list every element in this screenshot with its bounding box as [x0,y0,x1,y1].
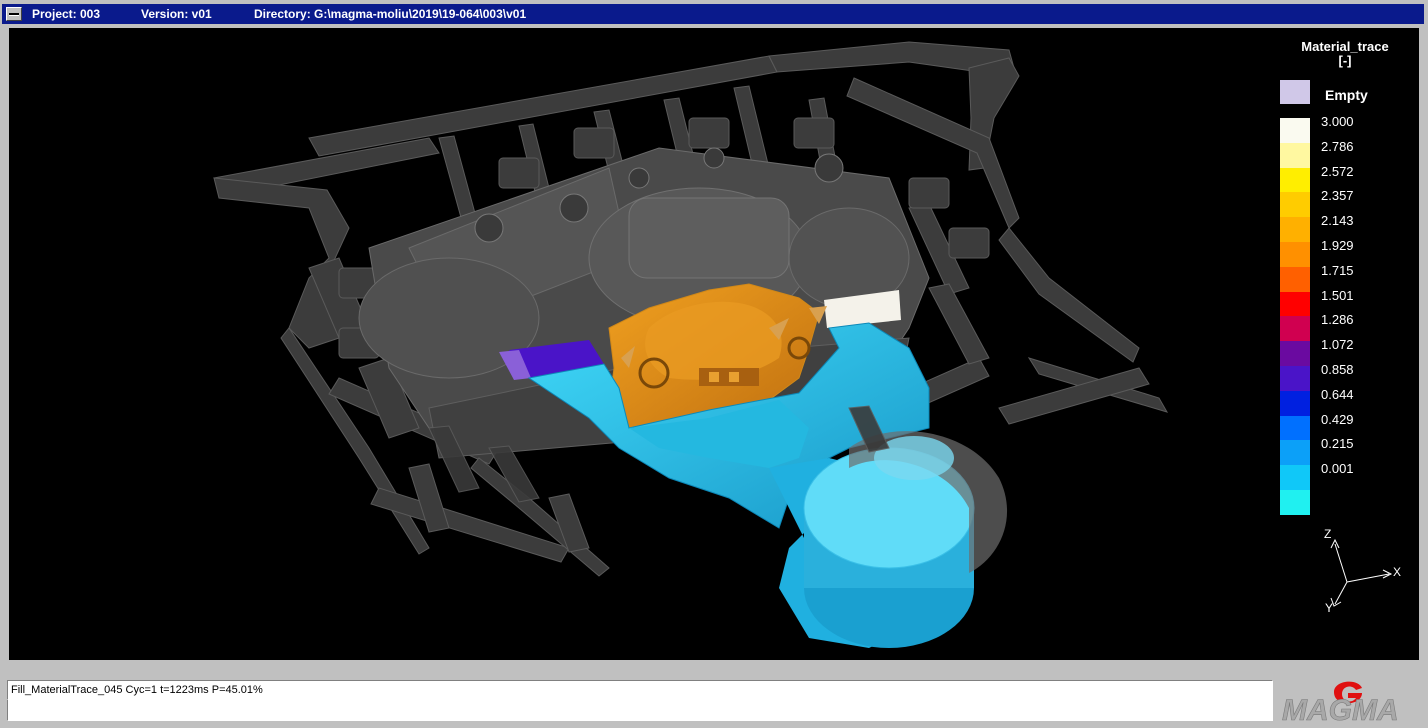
status-message: Fill_MaterialTrace_045 Cyc=1 t=1223ms P=… [7,680,1273,700]
axis-z-label: Z [1324,527,1332,541]
legend-swatch [1280,167,1310,193]
legend-label: 1.715 [1321,262,1354,278]
3d-viewport[interactable]: Material_trace [-] Empty 3.000 2.786 2.572… [9,28,1419,660]
axis-y-label: Y [1325,601,1334,615]
directory-label: Directory: G:\magma-moliu\2019\19-064\00… [254,7,527,21]
status-message-secondary [7,700,1273,721]
legend-label: 2.786 [1321,138,1354,154]
legend-label: 0.644 [1321,386,1354,402]
system-menu-button[interactable] [6,7,22,21]
legend-swatch [1280,291,1310,317]
legend-swatch [1280,415,1310,441]
legend-label: 2.143 [1321,213,1354,229]
legend-label: 0.858 [1321,362,1354,377]
logo-text: MAGMA [1282,694,1399,727]
legend-swatch [1280,316,1310,342]
legend-swatch [1280,465,1310,491]
legend-swatch [1280,390,1310,417]
legend-label-empty: Empty [1325,87,1368,103]
legend-units: [-] [1338,53,1352,68]
title-bar-caption: Project: 003 Version: v01 Directory: G:\… [2,4,1424,24]
legend-swatch [1280,118,1310,144]
legend-swatch [1280,217,1310,243]
legend-swatch [1280,242,1310,268]
status-bar: Fill_MaterialTrace_045 Cyc=1 t=1223ms P=… [0,660,1428,728]
legend-label: 0.215 [1321,436,1354,452]
magma-logo: MAGMA [1276,674,1422,728]
sprue-well [803,431,1008,648]
legend-title: Material_trace [1301,39,1389,54]
legend-swatch [1280,440,1310,466]
legend-swatch [1280,192,1310,218]
legend-label: 1.072 [1321,337,1354,353]
minus-icon [9,13,19,15]
version-label: Version: v01 [141,7,212,21]
legend-label: 0.001 [1321,461,1354,477]
legend-label: 3.000 [1321,114,1354,129]
casting-model-render [213,41,1169,648]
legend-label: 2.357 [1321,188,1354,204]
legend-swatch [1280,266,1310,293]
project-label: Project: 003 [32,7,101,21]
legend-swatch [1280,142,1310,169]
legend-swatch [1280,341,1310,367]
legend-label: 1.929 [1321,238,1354,253]
legend-label: 1.286 [1321,312,1354,328]
legend-swatch [1280,366,1310,392]
legend-label: 1.501 [1321,287,1354,303]
title-bar: Project: 003 Version: v01 Directory: G:\… [0,0,1428,28]
legend-swatch [1280,490,1310,516]
legend-label: 0.429 [1321,411,1354,427]
legend-label: 2.572 [1321,163,1354,179]
legend-swatch-empty [1280,80,1310,104]
axis-x-label: X [1393,565,1402,579]
